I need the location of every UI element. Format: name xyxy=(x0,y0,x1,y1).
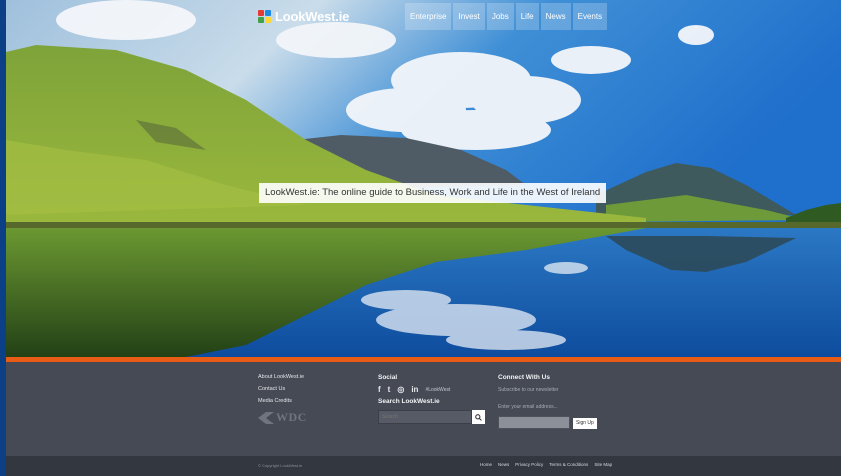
wdc-logo-text: WDC xyxy=(276,410,307,424)
footer-connect-column: Connect With Us Subscribe to our newslet… xyxy=(498,374,597,429)
nav-item-events[interactable]: Events xyxy=(572,3,608,30)
nav-item-invest[interactable]: Invest xyxy=(453,3,485,30)
twitter-icon[interactable]: t xyxy=(388,385,391,394)
footer-social-column: Social f t ◎ in #LookWest Search LookWes… xyxy=(378,374,485,424)
bottom-bar: © Copyright LookWest.ie Home News Privac… xyxy=(6,456,841,476)
logo-text: LookWest.ie xyxy=(275,8,350,24)
sign-up-button[interactable]: Sign Up xyxy=(573,418,597,429)
hero-tagline: LookWest.ie: The online guide to Busines… xyxy=(259,183,607,203)
bottom-link-news[interactable]: News xyxy=(498,462,509,467)
footer-link-about[interactable]: About LookWest.ie xyxy=(258,374,307,380)
email-label: Enter your email address... xyxy=(498,404,558,410)
newsletter-subtitle: Subscribe to our newsletter xyxy=(498,387,559,393)
wdc-partner-logo[interactable]: WDC xyxy=(258,410,307,425)
footer-link-contact[interactable]: Contact Us xyxy=(258,386,307,392)
newsletter-form: Sign Up xyxy=(498,416,597,429)
logo-mark-icon xyxy=(258,9,271,23)
search-button[interactable] xyxy=(472,410,485,424)
page-frame: LookWest.ie Enterprise Invest Jobs Life … xyxy=(6,0,841,476)
footer-link-media-credits[interactable]: Media Credits xyxy=(258,398,307,404)
instagram-icon[interactable]: ◎ xyxy=(397,385,404,394)
footer-links-column: About LookWest.ie Contact Us Media Credi… xyxy=(258,374,307,425)
search-title: Search LookWest.ie xyxy=(378,398,440,405)
hashtag-label: #LookWest xyxy=(425,386,451,393)
nav-item-life[interactable]: Life xyxy=(515,3,539,30)
search-input[interactable] xyxy=(378,410,472,424)
bottom-links: Home News Privacy Policy Terms & Conditi… xyxy=(480,462,612,467)
nav-item-jobs[interactable]: Jobs xyxy=(486,3,514,30)
landscape-photo xyxy=(6,0,841,357)
footer: About LookWest.ie Contact Us Media Credi… xyxy=(6,362,841,456)
hero-banner: LookWest.ie Enterprise Invest Jobs Life … xyxy=(6,0,841,357)
wdc-emblem-icon xyxy=(258,411,274,424)
footer-search xyxy=(378,410,485,424)
bottom-link-home[interactable]: Home xyxy=(480,462,492,467)
linkedin-icon[interactable]: in xyxy=(411,385,418,394)
site-logo[interactable]: LookWest.ie xyxy=(258,6,349,26)
social-icons: f t ◎ in #LookWest xyxy=(378,385,485,394)
email-field[interactable] xyxy=(498,416,570,429)
bottom-link-terms[interactable]: Terms & Conditions xyxy=(549,462,588,467)
connect-title: Connect With Us xyxy=(498,374,550,381)
facebook-icon[interactable]: f xyxy=(378,385,381,394)
bottom-link-sitemap[interactable]: Site Map xyxy=(594,462,612,467)
copyright-text: © Copyright LookWest.ie xyxy=(258,463,303,468)
bottom-link-privacy[interactable]: Privacy Policy xyxy=(515,462,543,467)
social-title: Social xyxy=(378,374,398,381)
search-icon xyxy=(475,413,482,421)
nav-item-news[interactable]: News xyxy=(540,3,571,30)
main-nav: Enterprise Invest Jobs Life News Events xyxy=(405,3,608,30)
nav-item-enterprise[interactable]: Enterprise xyxy=(405,3,452,30)
